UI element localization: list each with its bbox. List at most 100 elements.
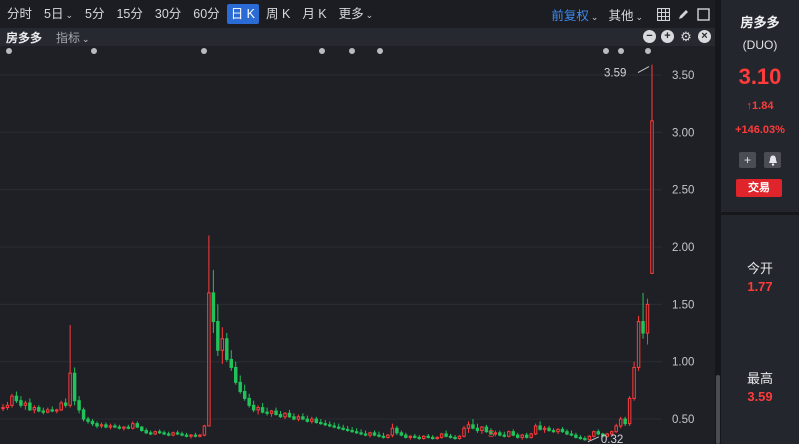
candle (77, 400, 81, 411)
candle (207, 292, 211, 427)
candle (140, 426, 144, 432)
candle (225, 338, 229, 360)
price-change-value: 1.84 (752, 100, 774, 112)
candle (538, 425, 542, 430)
candle (359, 432, 363, 435)
candle (131, 423, 135, 429)
candle (426, 435, 430, 438)
candle (350, 430, 354, 433)
candle (1, 407, 5, 410)
y-tick-label: 0.50 (672, 414, 694, 426)
candle (345, 428, 350, 432)
period-weekly-k[interactable]: 周 K (261, 4, 295, 24)
candle (650, 120, 654, 274)
adjust-dropdown[interactable]: 前复权 ⌄ (551, 5, 598, 24)
candle (435, 436, 439, 440)
indicator-dropdown[interactable]: 指标 ⌄ (56, 29, 90, 46)
candle (269, 410, 274, 414)
candle (529, 433, 533, 438)
candle (578, 436, 583, 440)
chart-panel: 分时 5日 ⌄ 5分 15分 30分 60分 日 K 周 K 月 K 更多 ⌄ 前复… (0, 0, 715, 444)
event-dot (349, 48, 355, 54)
candle (417, 436, 421, 440)
candle (332, 425, 336, 428)
candle (475, 427, 480, 432)
candle (265, 411, 269, 414)
period-30min[interactable]: 30分 (150, 4, 186, 24)
open-value: 1.77 (747, 279, 773, 294)
alert-bell-button[interactable] (764, 152, 781, 168)
grid-layout-icon[interactable] (655, 6, 671, 22)
candle (623, 418, 627, 425)
close-icon[interactable]: × (698, 30, 711, 43)
fullscreen-icon[interactable] (695, 6, 711, 22)
indicator-bar: 房多多 指标 ⌄ − + ⚙ × (0, 28, 715, 46)
add-watchlist-button[interactable]: + (739, 152, 756, 168)
period-5day[interactable]: 5日 ⌄ (39, 4, 78, 24)
candle (90, 420, 95, 425)
min-price-label: 0.32 (601, 434, 623, 444)
period-daily-k[interactable]: 日 K (226, 4, 259, 24)
chevron-down-icon: ⌄ (65, 10, 74, 20)
period-15min[interactable]: 15分 (111, 4, 147, 24)
candle (310, 418, 314, 422)
candle (560, 428, 565, 433)
candle (453, 436, 457, 440)
period-intraday[interactable]: 分时 (2, 4, 37, 24)
candle (117, 426, 122, 429)
candle (457, 435, 462, 440)
max-price-label: 3.59 (604, 68, 626, 80)
candle (153, 431, 157, 435)
sidebar-divider (721, 212, 799, 215)
chevron-down-icon: ⌄ (365, 10, 374, 20)
candle (278, 413, 283, 418)
other-label: 其他 (608, 8, 634, 23)
period-5min[interactable]: 5分 (80, 4, 109, 24)
candle (251, 404, 256, 411)
open-label: 今开 (746, 261, 773, 276)
period-60min[interactable]: 60分 (188, 4, 224, 24)
candle (220, 338, 225, 351)
chevron-down-icon: ⌄ (82, 33, 90, 44)
quick-actions: + (721, 152, 799, 168)
candle (50, 409, 54, 412)
candle (515, 434, 520, 438)
gear-icon[interactable]: ⚙ (679, 30, 693, 44)
period-monthly-k[interactable]: 月 K (297, 4, 331, 24)
candle (618, 418, 623, 427)
candle (260, 407, 265, 413)
candle (399, 432, 404, 436)
plus-icon[interactable]: + (661, 30, 674, 43)
trade-button[interactable]: 交易 (736, 179, 782, 197)
scrollbar[interactable] (716, 375, 720, 444)
period-more[interactable]: 更多 ⌄ (334, 4, 379, 24)
candle (386, 434, 390, 438)
event-dot (319, 48, 325, 54)
draw-pen-icon[interactable] (675, 6, 691, 22)
price-change: ↑1.84 (721, 100, 799, 112)
candle (202, 425, 207, 436)
candle (247, 397, 251, 406)
candle (148, 432, 153, 435)
candle (547, 427, 551, 432)
minus-icon[interactable]: − (643, 30, 656, 43)
price-change-percent: +146.03% (735, 124, 785, 136)
event-marker: S (488, 429, 495, 440)
y-tick-label: 2.50 (672, 185, 694, 197)
other-dropdown[interactable]: 其他 ⌄ (608, 5, 643, 24)
candle (632, 366, 636, 399)
candle (408, 435, 413, 438)
candle (175, 432, 180, 435)
adjust-label: 前复权 (551, 8, 589, 23)
candle (336, 426, 341, 429)
candle (614, 425, 618, 433)
candle (171, 432, 175, 436)
kline-chart[interactable]: 3.50 3.00 2.50 2.00 1.50 1.00 0.50 3.59 0.32 S (0, 46, 715, 444)
candle (511, 431, 515, 436)
candle (439, 433, 444, 438)
candle (189, 434, 193, 437)
candle (574, 434, 578, 438)
candle (542, 427, 547, 430)
candle (144, 430, 148, 434)
candle (395, 427, 399, 434)
